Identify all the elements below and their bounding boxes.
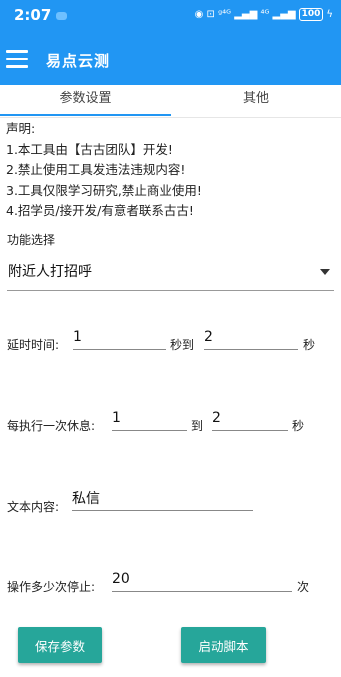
rest-label: 每执行一次休息: [7, 419, 96, 433]
delay-to-input[interactable] [204, 329, 298, 350]
start-script-button[interactable]: 启动脚本 [181, 627, 266, 663]
delay-mid-label: 秒到 [170, 338, 195, 352]
rest-unit-label: 秒 [292, 419, 305, 433]
rest-from-input[interactable] [112, 410, 187, 431]
delay-unit-label: 秒 [303, 338, 316, 352]
notice-line: 3.工具仅限学习研究,禁止商业使用! [6, 182, 202, 198]
notice-line: 2.禁止使用工具发违法违规内容! [6, 162, 186, 177]
rest-to-input[interactable] [212, 410, 288, 431]
notice-text: 声明: 1.本工具由【古古团队】开发! 2.禁止使用工具发违法违规内容! 3.工… [6, 119, 202, 222]
app-bar: 易点云测 [0, 33, 341, 85]
menu-icon[interactable] [6, 50, 28, 68]
stop-count-label: 操作多少次停止: [7, 580, 96, 594]
tab-other[interactable]: 其他 [171, 85, 341, 117]
notice-line: 1.本工具由【古古团队】开发! [6, 141, 173, 157]
dropdown-arrow-icon [320, 269, 330, 275]
notice-line: 声明: [6, 121, 36, 136]
tab-parameters[interactable]: 参数设置 [0, 85, 171, 117]
save-params-button[interactable]: 保存参数 [18, 627, 102, 663]
function-label: 功能选择 [7, 233, 56, 247]
function-selected: 附近人打招呼 [8, 264, 92, 280]
function-dropdown[interactable]: 附近人打招呼 [7, 254, 334, 291]
status-bar: 2:07 ◉ ⊡ ᵍ⁴ᴳ ▂▄▆ ⁴ᴳ ▂▄▆ 100 ϟ [0, 0, 341, 33]
delay-label: 延时时间: [7, 338, 60, 352]
signal-icons: ◉ ⊡ ᵍ⁴ᴳ ▂▄▆ ⁴ᴳ ▂▄▆ [194, 9, 296, 20]
charging-icon: ϟ [326, 9, 333, 20]
stop-count-input[interactable] [112, 571, 292, 592]
status-icons: ◉ ⊡ ᵍ⁴ᴳ ▂▄▆ ⁴ᴳ ▂▄▆ 100 ϟ [195, 8, 333, 21]
tab-indicator [0, 114, 171, 116]
status-time: 2:07 [14, 6, 52, 24]
text-content-label: 文本内容: [7, 500, 60, 514]
battery-icon: 100 [298, 8, 324, 21]
notice-line: 4.招学员/接开发/有意者联系古古! [6, 203, 194, 218]
stop-unit-label: 次 [297, 580, 310, 594]
app-title: 易点云测 [46, 52, 111, 70]
delay-from-input[interactable] [73, 329, 166, 350]
notification-icon [56, 12, 67, 20]
rest-mid-label: 到 [191, 419, 204, 433]
tab-bar: 参数设置 其他 [0, 85, 341, 118]
text-content-input[interactable] [72, 490, 253, 511]
